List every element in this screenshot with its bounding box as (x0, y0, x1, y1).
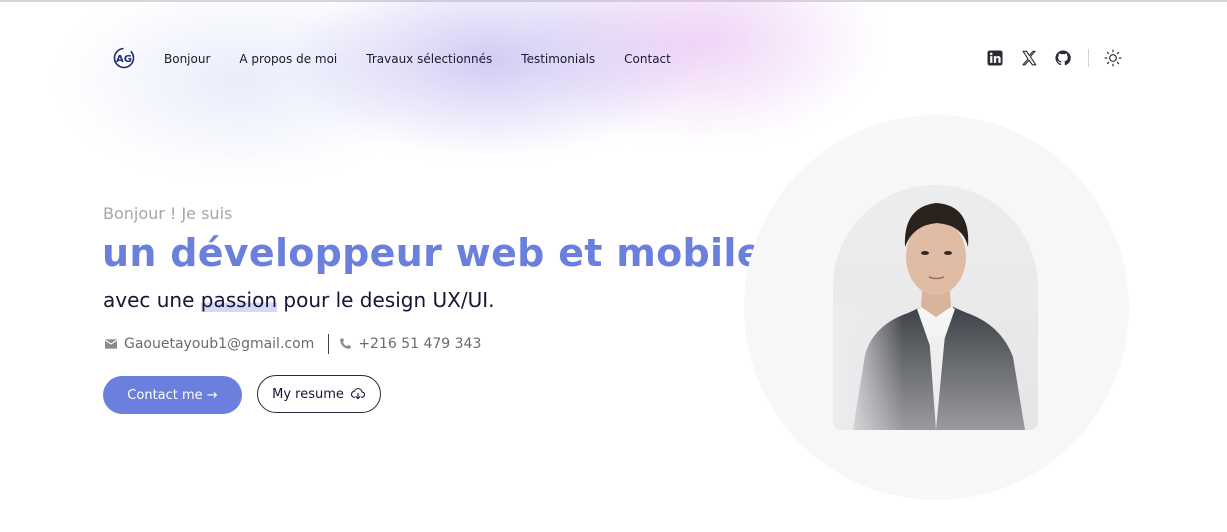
github-icon[interactable] (1054, 49, 1072, 67)
contact-divider (328, 334, 330, 354)
x-icon[interactable] (1020, 49, 1038, 67)
hero-headline: un développeur web et mobile (102, 231, 763, 275)
mail-icon (104, 339, 118, 349)
logo-icon[interactable]: AG (113, 47, 135, 69)
phone-text[interactable]: +216 51 479 343 (358, 336, 481, 352)
nav-link-bonjour[interactable]: Bonjour (164, 50, 210, 68)
nav-link-about[interactable]: A propos de moi (239, 50, 337, 68)
top-border (0, 0, 1227, 2)
nav-right (970, 48, 1123, 68)
subline-before: avec une (103, 288, 201, 312)
contact-me-button[interactable]: Contact me → (103, 376, 242, 414)
email-text[interactable]: Gaouetayoub1@gmail.com (124, 336, 314, 352)
nav-links: Bonjour A propos de moi Travaux sélectio… (164, 50, 700, 68)
hero-greeting: Bonjour ! Je suis (103, 204, 233, 223)
phone-icon (340, 338, 351, 349)
linkedin-icon[interactable] (986, 49, 1004, 67)
navbar: AG Bonjour A propos de moi Travaux sélec… (113, 46, 1123, 72)
nav-link-contact[interactable]: Contact (624, 50, 671, 68)
profile-photo (833, 185, 1038, 430)
resume-button[interactable]: My resume (257, 375, 381, 413)
contact-info: Gaouetayoub1@gmail.com +216 51 479 343 (103, 334, 481, 354)
nav-separator (1088, 49, 1089, 67)
nav-link-testimonials[interactable]: Testimonials (521, 50, 595, 68)
nav-link-works[interactable]: Travaux sélectionnés (366, 50, 492, 68)
subline-highlight: passion (200, 288, 278, 312)
sun-icon[interactable] (1103, 48, 1123, 68)
hero-subline: avec une passion pour le design UX/UI. (103, 288, 494, 312)
cloud-download-icon (350, 388, 365, 400)
resume-button-label: My resume (272, 386, 344, 402)
logo-text: AG (116, 54, 132, 65)
subline-after: pour le design UX/UI. (277, 288, 495, 312)
